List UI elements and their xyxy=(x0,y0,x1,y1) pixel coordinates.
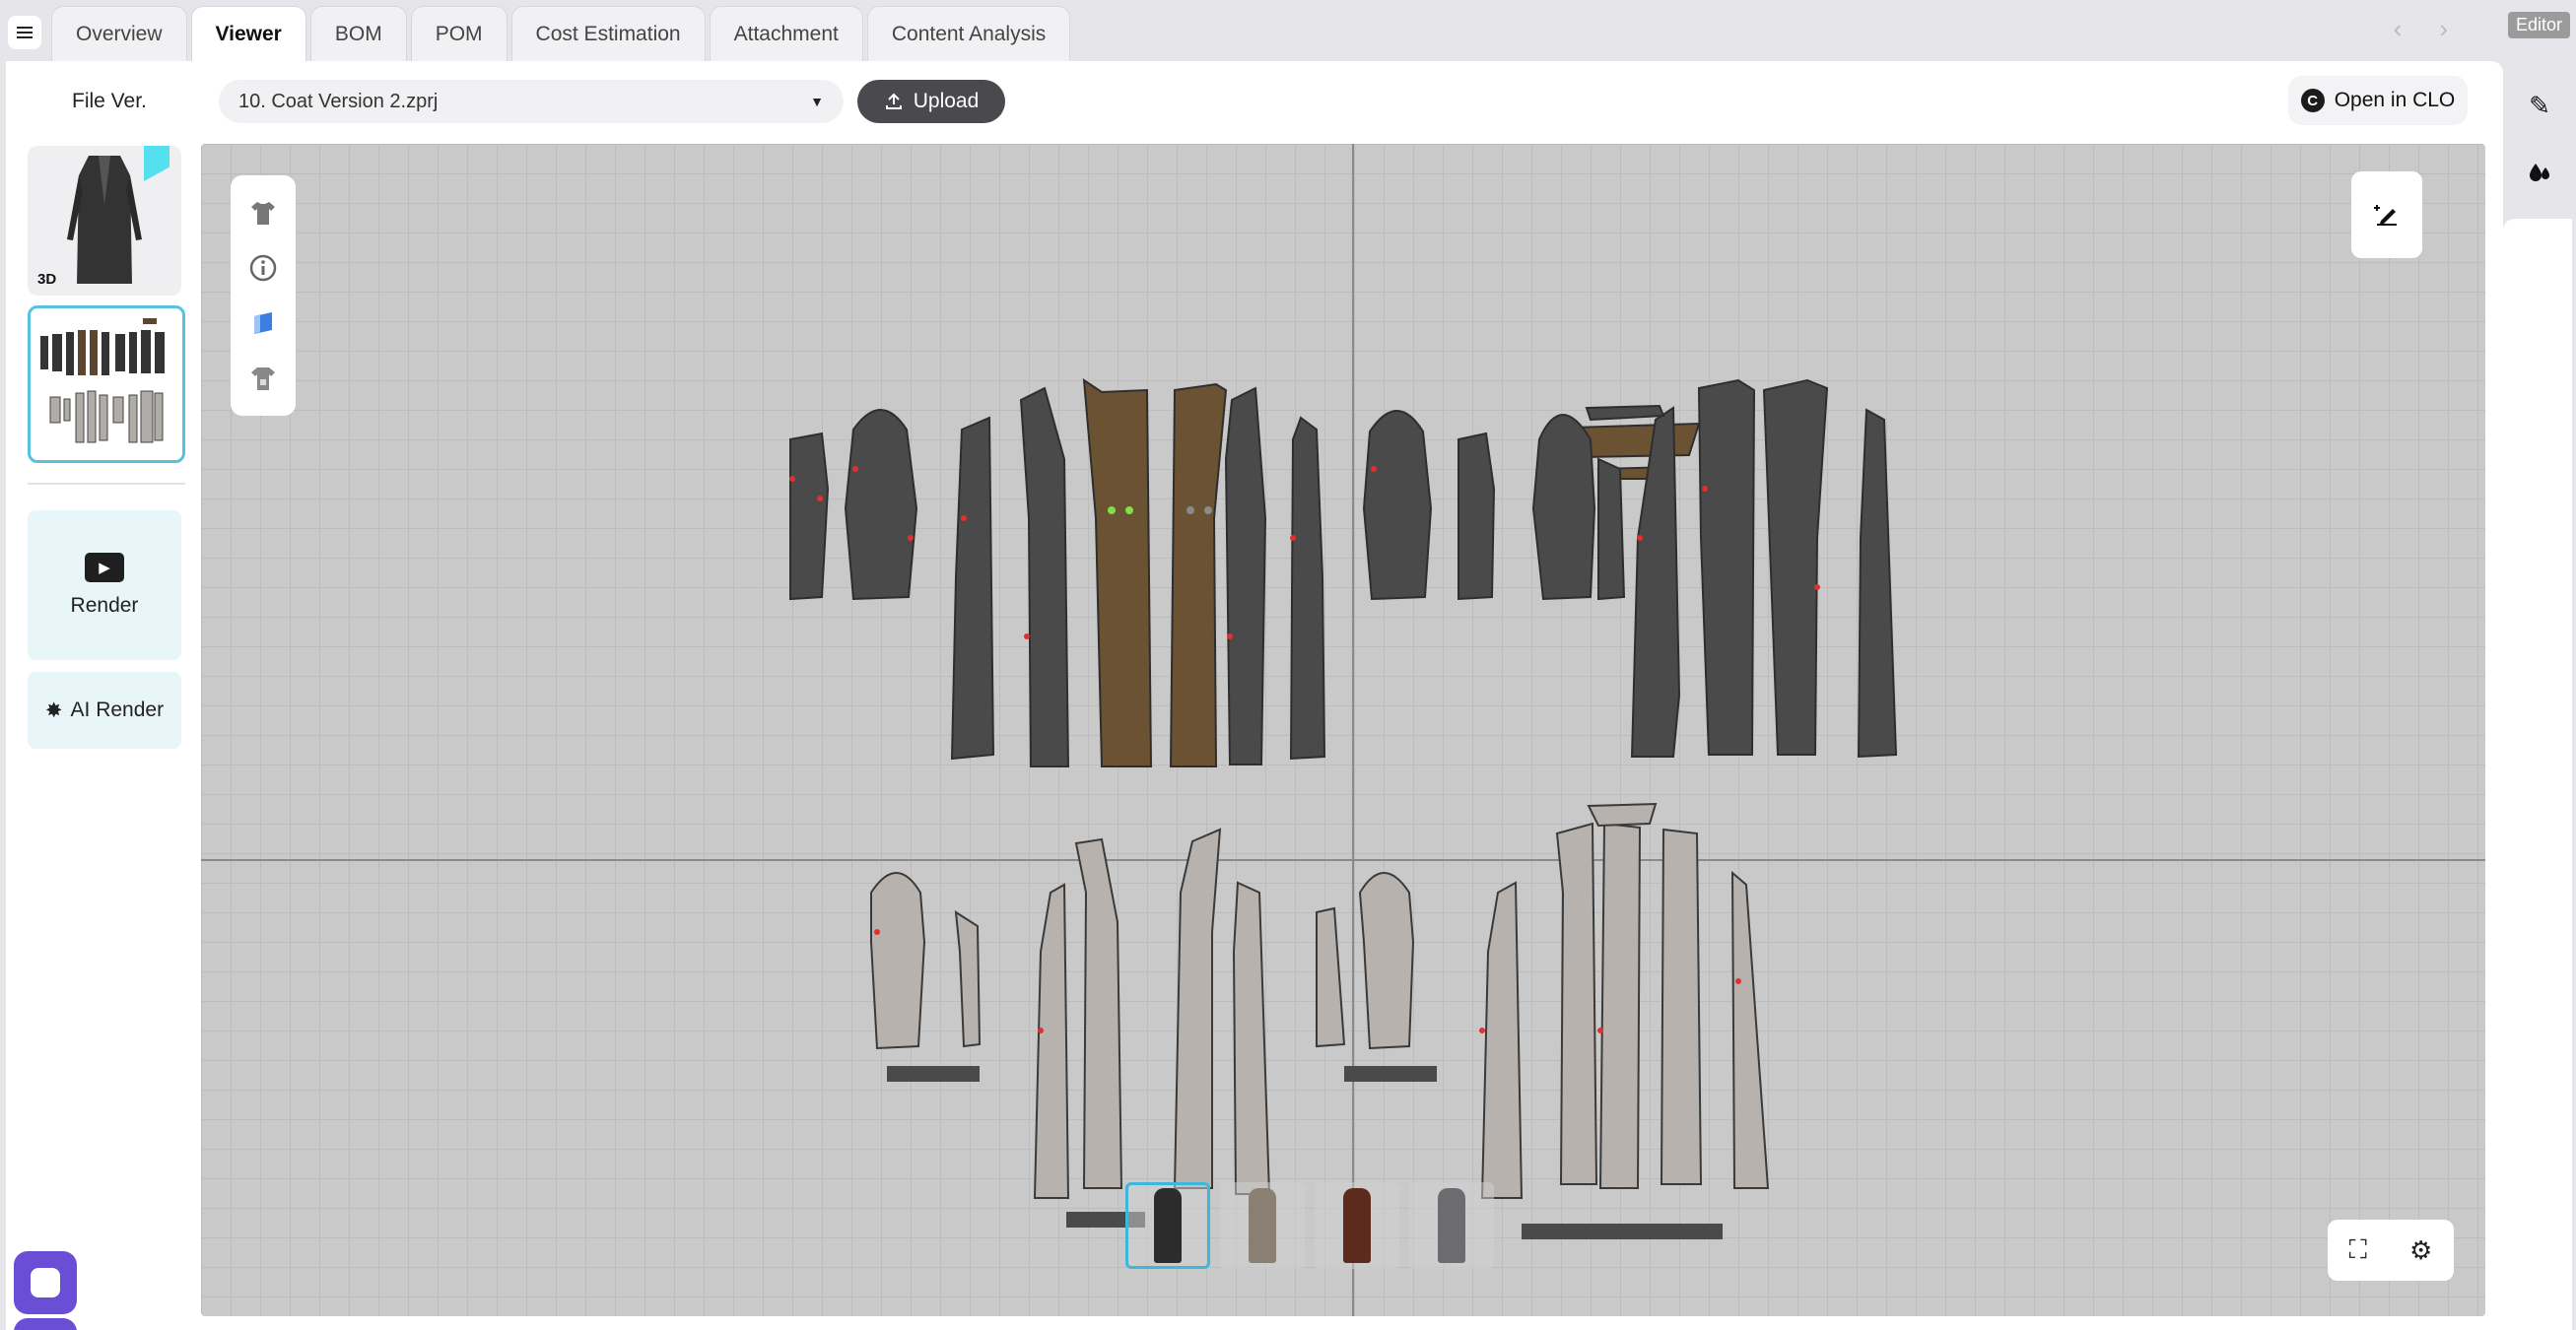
notes-button[interactable] xyxy=(14,1251,77,1314)
3d-badge: 3D xyxy=(37,271,57,288)
tab-overview[interactable]: Overview xyxy=(51,6,187,61)
open-in-clo-button[interactable]: C Open in CLO xyxy=(2288,76,2468,125)
colorway-grey[interactable] xyxy=(1409,1182,1494,1269)
file-version-label: File Ver. xyxy=(72,90,147,112)
colorway-selector xyxy=(1125,1182,1494,1269)
fullscreen-icon[interactable]: ⛶ xyxy=(2349,1234,2367,1266)
file-version-value: 10. Coat Version 2.zprj xyxy=(238,90,439,112)
assistant-button[interactable] xyxy=(14,1318,77,1330)
caret-down-icon: ▼ xyxy=(810,94,824,109)
viewer-tool-panel xyxy=(231,175,296,416)
edit-pencil-icon[interactable]: ✎ xyxy=(2523,89,2556,122)
upload-button[interactable]: Upload xyxy=(857,80,1005,123)
nav-arrows: ‹ › xyxy=(2394,14,2448,44)
settings-gear-icon[interactable]: ⚙ xyxy=(2409,1235,2432,1266)
video-camera-icon: ▶ xyxy=(85,553,124,582)
open-in-clo-label: Open in CLO xyxy=(2334,89,2456,111)
right-rail: ✎ xyxy=(2503,61,2576,1330)
colorway-brown[interactable] xyxy=(1315,1182,1399,1269)
sidebar-divider xyxy=(28,483,185,485)
thumbnail-2d-patterns[interactable] xyxy=(28,305,185,463)
notes-icon xyxy=(31,1268,60,1297)
colorway-beige[interactable] xyxy=(1220,1182,1305,1269)
tab-list: Overview Viewer BOM POM Cost Estimation … xyxy=(51,6,1071,61)
right-panel xyxy=(2503,219,2572,1330)
info-icon[interactable] xyxy=(244,249,282,287)
pattern-thumbnail-image xyxy=(40,318,165,443)
garment-pattern-pieces xyxy=(789,378,1898,1239)
chevron-left-icon[interactable]: ‹ xyxy=(2394,14,2403,44)
pattern-viewer-canvas[interactable]: ⛶ ⚙ xyxy=(201,144,2485,1316)
fabric-icon[interactable] xyxy=(244,304,282,342)
hamburger-menu-icon[interactable] xyxy=(8,16,41,49)
thumbnail-3d[interactable]: 3D xyxy=(28,146,181,296)
upload-label: Upload xyxy=(913,90,980,112)
tab-cost-estimation[interactable]: Cost Estimation xyxy=(510,6,706,61)
tshirt-icon[interactable] xyxy=(244,194,282,232)
annotation-pen-icon[interactable] xyxy=(2351,171,2422,258)
tab-viewer[interactable]: Viewer xyxy=(190,6,306,61)
color-drops-icon[interactable] xyxy=(2523,156,2556,189)
avatar-garment-icon[interactable] xyxy=(244,360,282,397)
chevron-right-icon[interactable]: › xyxy=(2439,14,2448,44)
ai-render-label: AI Render xyxy=(70,698,165,721)
tab-bom[interactable]: BOM xyxy=(309,6,407,61)
ai-render-button[interactable]: ✸ AI Render xyxy=(28,672,181,749)
viewer-bottom-tools: ⛶ ⚙ xyxy=(2328,1220,2454,1281)
colorway-black[interactable] xyxy=(1125,1182,1210,1269)
tab-content-analysis[interactable]: Content Analysis xyxy=(866,6,1071,61)
editor-badge: Editor xyxy=(2507,12,2570,38)
render-button[interactable]: ▶ Render xyxy=(28,510,181,660)
ai-sparkle-icon: ✸ xyxy=(44,698,63,722)
file-version-select[interactable]: 10. Coat Version 2.zprj ▼ xyxy=(219,80,844,123)
render-label: Render xyxy=(70,594,139,617)
top-bar: Overview Viewer BOM POM Cost Estimation … xyxy=(0,0,2576,61)
upload-icon xyxy=(885,93,902,109)
tab-attachment[interactable]: Attachment xyxy=(709,6,863,61)
tab-pom[interactable]: POM xyxy=(410,6,508,61)
clo-logo-icon: C xyxy=(2300,89,2325,112)
